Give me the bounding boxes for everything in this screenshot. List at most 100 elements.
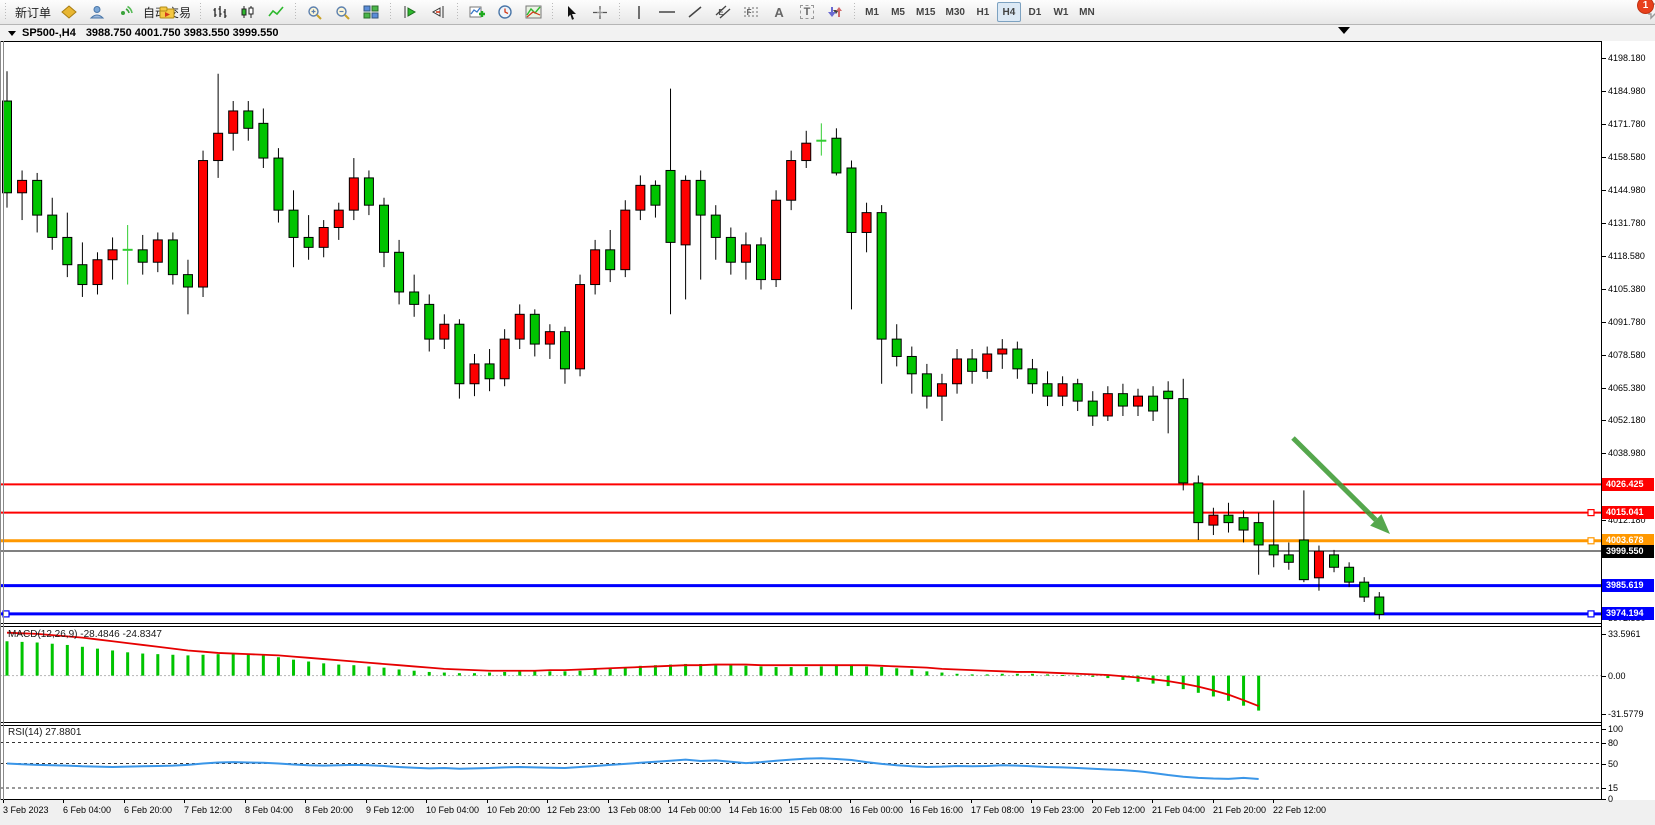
- candlestick-icon: [240, 5, 256, 19]
- arrows-tool[interactable]: [821, 1, 849, 23]
- chart-shift-button[interactable]: [424, 1, 452, 23]
- date-tick-mark: [910, 800, 911, 803]
- price-tick: 4105.380: [1608, 284, 1646, 294]
- date-tick-mark: [1213, 800, 1214, 803]
- periods-button[interactable]: [491, 1, 519, 23]
- chart-menu-caret-icon[interactable]: [8, 31, 16, 36]
- date-tick-mark: [3, 800, 4, 803]
- new-order-button[interactable]: 新订单: [11, 2, 55, 22]
- tile-windows-button[interactable]: [357, 1, 385, 23]
- horizontal-line-tool[interactable]: [653, 1, 681, 23]
- price-tick-mark: [1602, 355, 1606, 356]
- price-tag-3974.194[interactable]: 3974.194: [1602, 607, 1654, 620]
- line-chart-mode-button[interactable]: [262, 1, 290, 23]
- date-tick-mark: [366, 800, 367, 803]
- line-handle: [1588, 611, 1594, 617]
- text-label-tool[interactable]: T: [793, 1, 821, 23]
- price-tick-mark: [1602, 520, 1606, 521]
- candlestick-chart[interactable]: [0, 42, 1601, 623]
- date-label: 14 Feb 00:00: [668, 805, 721, 815]
- auto-scroll-button[interactable]: [396, 1, 424, 23]
- fibonacci-tool[interactable]: F: [737, 1, 765, 23]
- gold-diamond-icon: [61, 5, 77, 19]
- price-tick-mark: [1602, 91, 1606, 92]
- metaquotes-gold-icon[interactable]: [55, 1, 83, 23]
- date-tick-mark: [245, 800, 246, 803]
- price-tick-mark: [1602, 453, 1606, 454]
- candlestick-mode-button[interactable]: [234, 1, 262, 23]
- cursor-arrow-icon: [565, 5, 579, 20]
- templates-button[interactable]: [519, 1, 547, 23]
- date-tick-mark: [971, 800, 972, 803]
- main-toolbar: 新订单 自动交易: [0, 0, 1655, 25]
- equidistant-channel-tool[interactable]: E: [709, 1, 737, 23]
- date-label: 22 Feb 12:00: [1273, 805, 1326, 815]
- auto-scroll-icon: [402, 5, 418, 19]
- timeframe-M30[interactable]: M30: [941, 2, 968, 22]
- date-tick-mark: [608, 800, 609, 803]
- line-handle: [1588, 510, 1594, 516]
- timeframe-H4[interactable]: H4: [997, 2, 1021, 22]
- ohlc-bars-icon: [212, 5, 228, 19]
- price-tick: 4158.580: [1608, 152, 1646, 162]
- macd-tick-mark: [1602, 676, 1606, 677]
- date-label: 9 Feb 12:00: [366, 805, 414, 815]
- date-tick-mark: [789, 800, 790, 803]
- price-tag-4026.425[interactable]: 4026.425: [1602, 478, 1654, 491]
- date-label: 20 Feb 12:00: [1092, 805, 1145, 815]
- cursor-tool-button[interactable]: [558, 1, 586, 23]
- chart-shift-marker-icon[interactable]: [1338, 27, 1350, 34]
- date-label: 3 Feb 2023: [3, 805, 49, 815]
- fibonacci-icon: [743, 5, 759, 19]
- rsi-axis-tick: 100: [1608, 724, 1623, 734]
- rsi-axis-tick: 0: [1608, 794, 1613, 804]
- price-tick-mark: [1602, 322, 1606, 323]
- toolbar-separator: [852, 3, 857, 21]
- price-tick: 4091.780: [1608, 317, 1646, 327]
- price-tick-mark: [1602, 157, 1606, 158]
- macd-tick-mark: [1602, 714, 1606, 715]
- indicators-button[interactable]: [463, 1, 491, 23]
- community-button[interactable]: [83, 1, 111, 23]
- timeframe-M15[interactable]: M15: [912, 2, 939, 22]
- tile-windows-icon: [363, 5, 379, 19]
- vertical-line-tool[interactable]: [625, 1, 653, 23]
- date-label: 10 Feb 04:00: [426, 805, 479, 815]
- timeframe-H1[interactable]: H1: [971, 2, 995, 22]
- timeframe-M5[interactable]: M5: [886, 2, 910, 22]
- timeframe-W1[interactable]: W1: [1049, 2, 1073, 22]
- mt4-terminal: { "toolbar": { "new_order_label": "新订单",…: [0, 0, 1655, 825]
- macd-label: MACD(12,26,9) -28.4846 -24.8347: [8, 629, 162, 640]
- timeframe-M1[interactable]: M1: [860, 2, 884, 22]
- date-label: 12 Feb 23:00: [547, 805, 600, 815]
- price-tag-4015.041[interactable]: 4015.041: [1602, 506, 1654, 519]
- zoom-in-button[interactable]: [301, 1, 329, 23]
- trendline-tool[interactable]: [681, 1, 709, 23]
- crosshair-tool-button[interactable]: [586, 1, 614, 23]
- date-tick-mark: [124, 800, 125, 803]
- zoom-out-icon: [335, 5, 351, 20]
- channel-icon: [715, 5, 731, 19]
- bar-chart-mode-button[interactable]: [206, 1, 234, 23]
- macd-chart[interactable]: [0, 627, 1601, 722]
- date-tick-mark: [547, 800, 548, 803]
- date-axis[interactable]: 3 Feb 20236 Feb 04:006 Feb 20:007 Feb 12…: [0, 800, 1655, 825]
- price-axis[interactable]: 4198.1804184.9804171.7804158.5804144.980…: [1602, 41, 1655, 800]
- text-tool[interactable]: A: [765, 1, 793, 23]
- price-tick-mark: [1602, 190, 1606, 191]
- timeframe-D1[interactable]: D1: [1023, 2, 1047, 22]
- timeframe-MN[interactable]: MN: [1075, 2, 1099, 22]
- price-tick-mark: [1602, 420, 1606, 421]
- price-tag-3999.550[interactable]: 3999.550: [1602, 545, 1654, 558]
- price-tag-3985.619[interactable]: 3985.619: [1602, 579, 1654, 592]
- zoom-out-button[interactable]: [329, 1, 357, 23]
- date-tick-mark: [1273, 800, 1274, 803]
- autotrading-button[interactable]: 自动交易: [139, 2, 195, 22]
- price-tick: 4184.980: [1608, 86, 1646, 96]
- rsi-chart[interactable]: [0, 726, 1601, 799]
- signals-button[interactable]: [111, 1, 139, 23]
- wifi-signal-icon: [117, 5, 133, 19]
- price-tick: 4038.980: [1608, 448, 1646, 458]
- date-label: 16 Feb 16:00: [910, 805, 963, 815]
- macd-tick-mark: [1602, 634, 1606, 635]
